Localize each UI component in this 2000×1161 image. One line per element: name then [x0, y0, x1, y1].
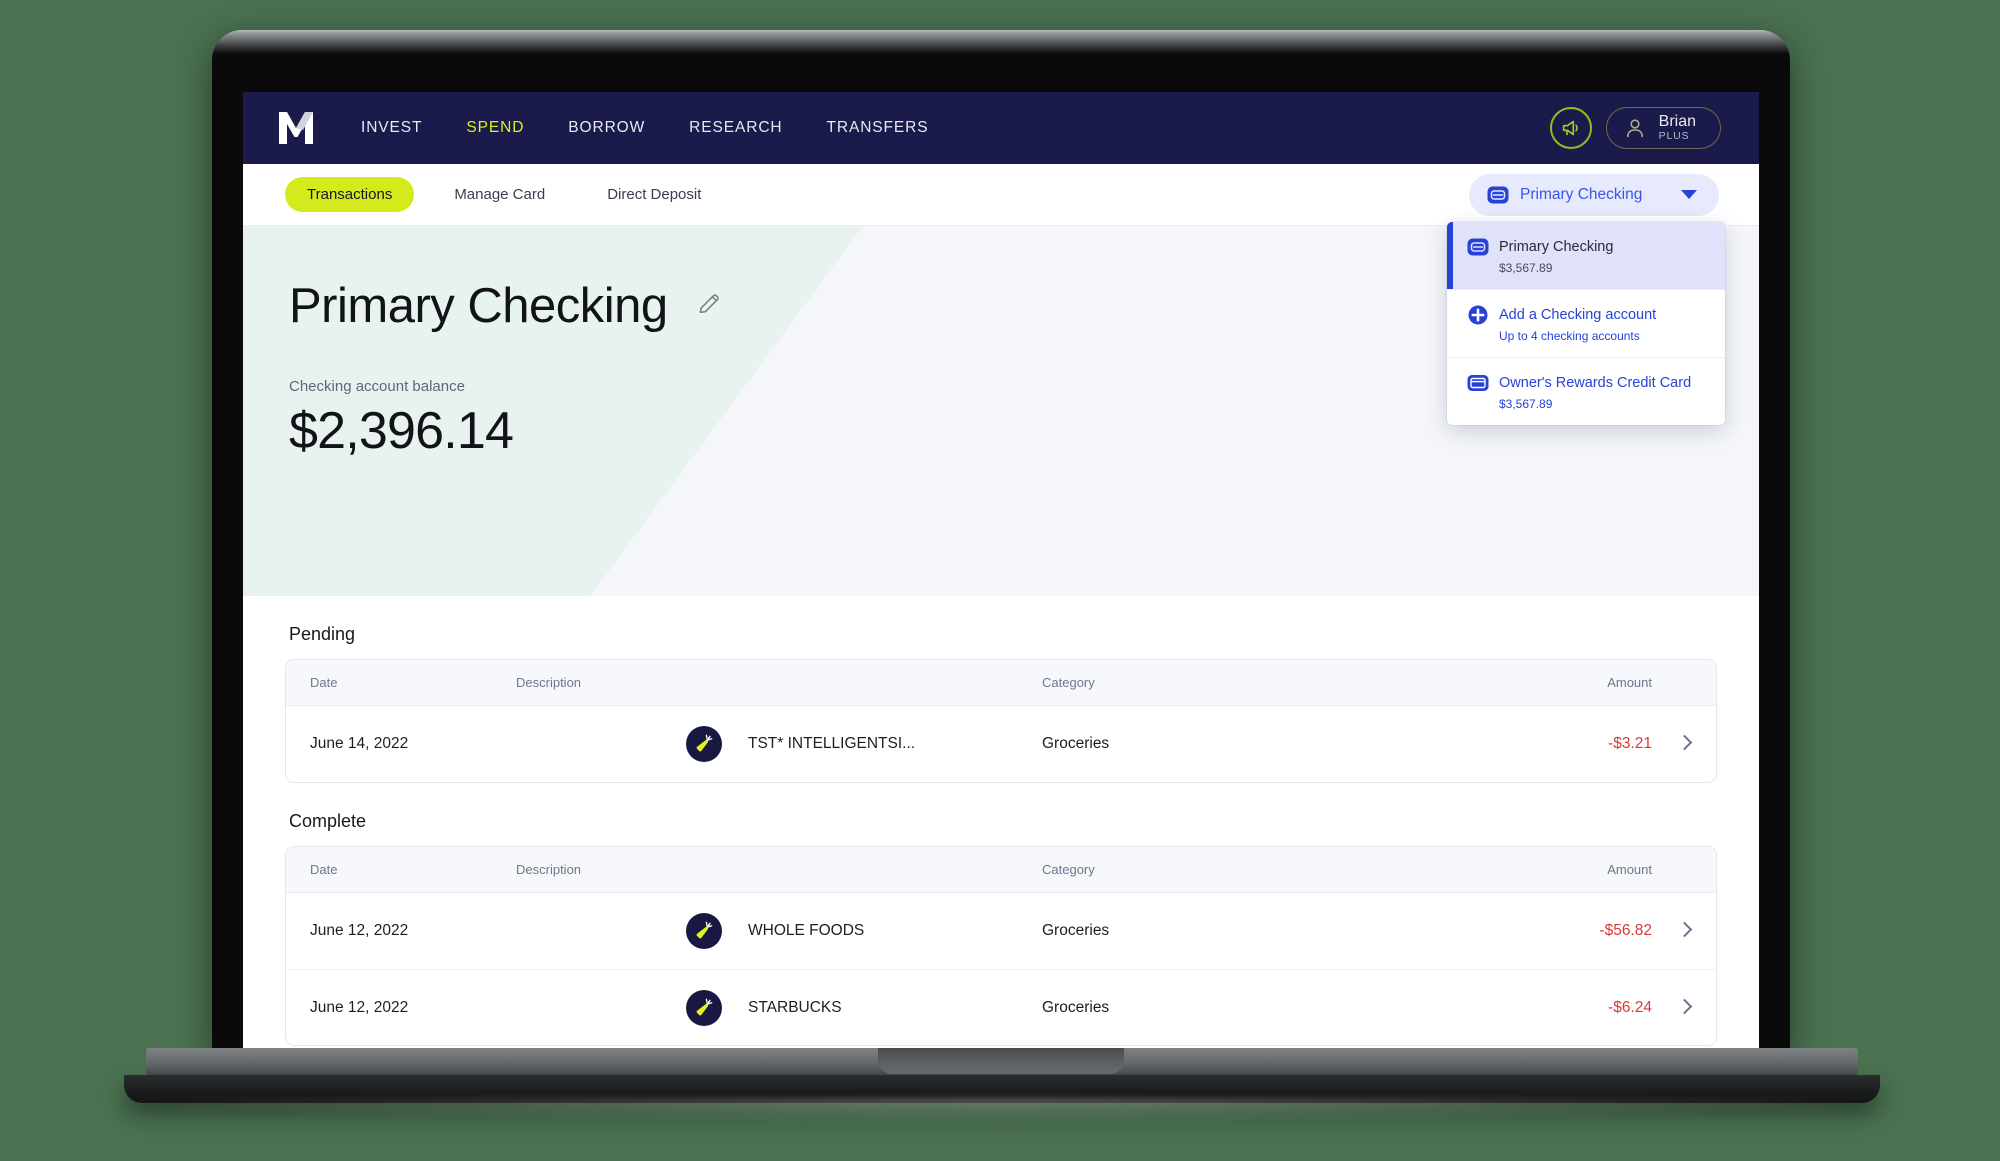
- card-icon: [1487, 186, 1509, 203]
- transaction-date: June 12, 2022: [310, 998, 409, 1016]
- transaction-category: Groceries: [1042, 998, 1110, 1016]
- transaction-amount: -$6.24: [1608, 998, 1652, 1016]
- section-title-complete: Complete: [289, 811, 367, 831]
- table-row[interactable]: June 12, 2022 STARBUCKS Groceries -$6.24: [286, 969, 1716, 1045]
- page-title: Primary Checking: [289, 279, 668, 333]
- transaction-description-cell: STARBUCKS: [516, 989, 1042, 1026]
- chevron-right-icon[interactable]: [1652, 998, 1716, 1017]
- transaction-date: June 12, 2022: [310, 922, 409, 939]
- nav-link-transfers[interactable]: TRANSFERS: [827, 119, 929, 137]
- column-header-amount: Amount: [1607, 862, 1652, 877]
- tab-direct-deposit[interactable]: Direct Deposit: [585, 177, 723, 212]
- column-header-description: Description: [516, 862, 582, 877]
- transaction-description: STARBUCKS: [748, 998, 842, 1016]
- account-menu-item-subtitle: $3,567.89: [1499, 260, 1553, 275]
- column-header-category: Category: [1042, 862, 1095, 877]
- laptop-reflection: [104, 1098, 1900, 1124]
- column-header-amount: Amount: [1607, 675, 1652, 690]
- tab-manage-card[interactable]: Manage Card: [432, 177, 567, 212]
- account-menu-item-title: Primary Checking: [1499, 238, 1614, 255]
- profile-tier-badge: PLUS: [1658, 130, 1690, 143]
- plus-circle-icon: [1468, 305, 1488, 324]
- carrot-icon: [686, 989, 722, 1026]
- credit-card-icon: [1467, 374, 1489, 391]
- pencil-icon[interactable]: [696, 291, 722, 322]
- transaction-category: Groceries: [1042, 922, 1110, 939]
- account-selector: Primary Checking Primary Checking $3,567…: [1447, 173, 1725, 425]
- account-menu-item-subtitle: Up to 4 checking accounts: [1499, 328, 1640, 343]
- account-menu-item-owners-rewards-card[interactable]: Owner's Rewards Credit Card $3,567.89: [1447, 356, 1725, 425]
- transactions-table-complete: Date Description Category Amount June 12…: [285, 846, 1717, 1046]
- megaphone-icon[interactable]: [1549, 106, 1592, 149]
- transaction-description: TST* INTELLIGENTSI...: [748, 735, 916, 752]
- transaction-description-cell: TST* INTELLIGENTSI...: [516, 726, 1042, 762]
- account-menu-item-title: Owner's Rewards Credit Card: [1499, 374, 1692, 391]
- chevron-right-icon[interactable]: [1652, 921, 1716, 940]
- table-header-row: Date Description Category Amount: [286, 660, 1716, 706]
- person-icon: [1626, 119, 1643, 138]
- profile-name: Brian: [1658, 112, 1696, 130]
- tab-transactions[interactable]: Transactions: [285, 177, 415, 212]
- transaction-amount: -$56.82: [1599, 922, 1652, 939]
- column-header-description: Description: [516, 675, 582, 690]
- nav-link-invest[interactable]: INVEST: [361, 119, 422, 137]
- nav-link-borrow[interactable]: BORROW: [568, 119, 645, 137]
- nav-link-research[interactable]: RESEARCH: [689, 119, 782, 137]
- carrot-icon: [686, 913, 722, 949]
- chevron-down-icon[interactable]: [1681, 190, 1697, 199]
- top-navigation-bar: INVEST SPEND BORROW RESEARCH TRANSFERS B…: [243, 92, 1759, 164]
- top-navigation-right: Brian PLUS: [1549, 106, 1721, 150]
- column-header-category: Category: [1042, 675, 1095, 690]
- account-selector-button[interactable]: Primary Checking: [1469, 173, 1719, 216]
- primary-nav-links: INVEST SPEND BORROW RESEARCH TRANSFERS: [361, 119, 928, 137]
- carrot-icon: [686, 726, 722, 762]
- account-dropdown-menu: Primary Checking $3,567.89 Add a Checkin…: [1447, 221, 1725, 425]
- section-title-pending: Pending: [289, 624, 356, 644]
- transaction-description-cell: WHOLE FOODS: [516, 913, 1042, 949]
- chevron-right-icon[interactable]: [1652, 734, 1716, 753]
- column-header-date: Date: [310, 862, 338, 877]
- transaction-description: WHOLE FOODS: [748, 922, 865, 939]
- table-row[interactable]: June 14, 2022 TST* INTELLIGENTSI... Groc…: [286, 706, 1716, 782]
- transactions-area: Pending Date Description Category Amount…: [243, 624, 1759, 1046]
- transaction-amount: -$3.21: [1608, 735, 1652, 752]
- transactions-table-pending: Date Description Category Amount June 14…: [285, 659, 1717, 783]
- table-header-row: Date Description Category Amount: [286, 847, 1716, 893]
- nav-link-spend[interactable]: SPEND: [466, 119, 524, 137]
- browser-screen: INVEST SPEND BORROW RESEARCH TRANSFERS B…: [243, 92, 1759, 1053]
- transaction-category: Groceries: [1042, 735, 1110, 752]
- account-menu-item-primary-checking[interactable]: Primary Checking $3,567.89: [1447, 221, 1725, 289]
- profile-menu-button[interactable]: Brian PLUS: [1605, 106, 1721, 150]
- m1-logo-icon[interactable]: [277, 111, 315, 145]
- column-header-date: Date: [310, 675, 338, 690]
- card-icon: [1467, 238, 1489, 255]
- table-row[interactable]: June 12, 2022 WHOLE FOODS Groceries -$56…: [286, 893, 1716, 969]
- account-selector-label: Primary Checking: [1520, 185, 1643, 203]
- laptop-base-notch: [878, 1048, 1124, 1074]
- laptop-mockup: INVEST SPEND BORROW RESEARCH TRANSFERS B…: [104, 30, 1900, 1124]
- account-menu-item-add-checking[interactable]: Add a Checking account Up to 4 checking …: [1447, 288, 1725, 357]
- account-menu-item-subtitle: $3,567.89: [1499, 396, 1553, 411]
- account-menu-item-title: Add a Checking account: [1499, 306, 1657, 323]
- sub-navigation-bar: Transactions Manage Card Direct Deposit …: [243, 164, 1759, 425]
- transaction-date: June 14, 2022: [310, 735, 409, 752]
